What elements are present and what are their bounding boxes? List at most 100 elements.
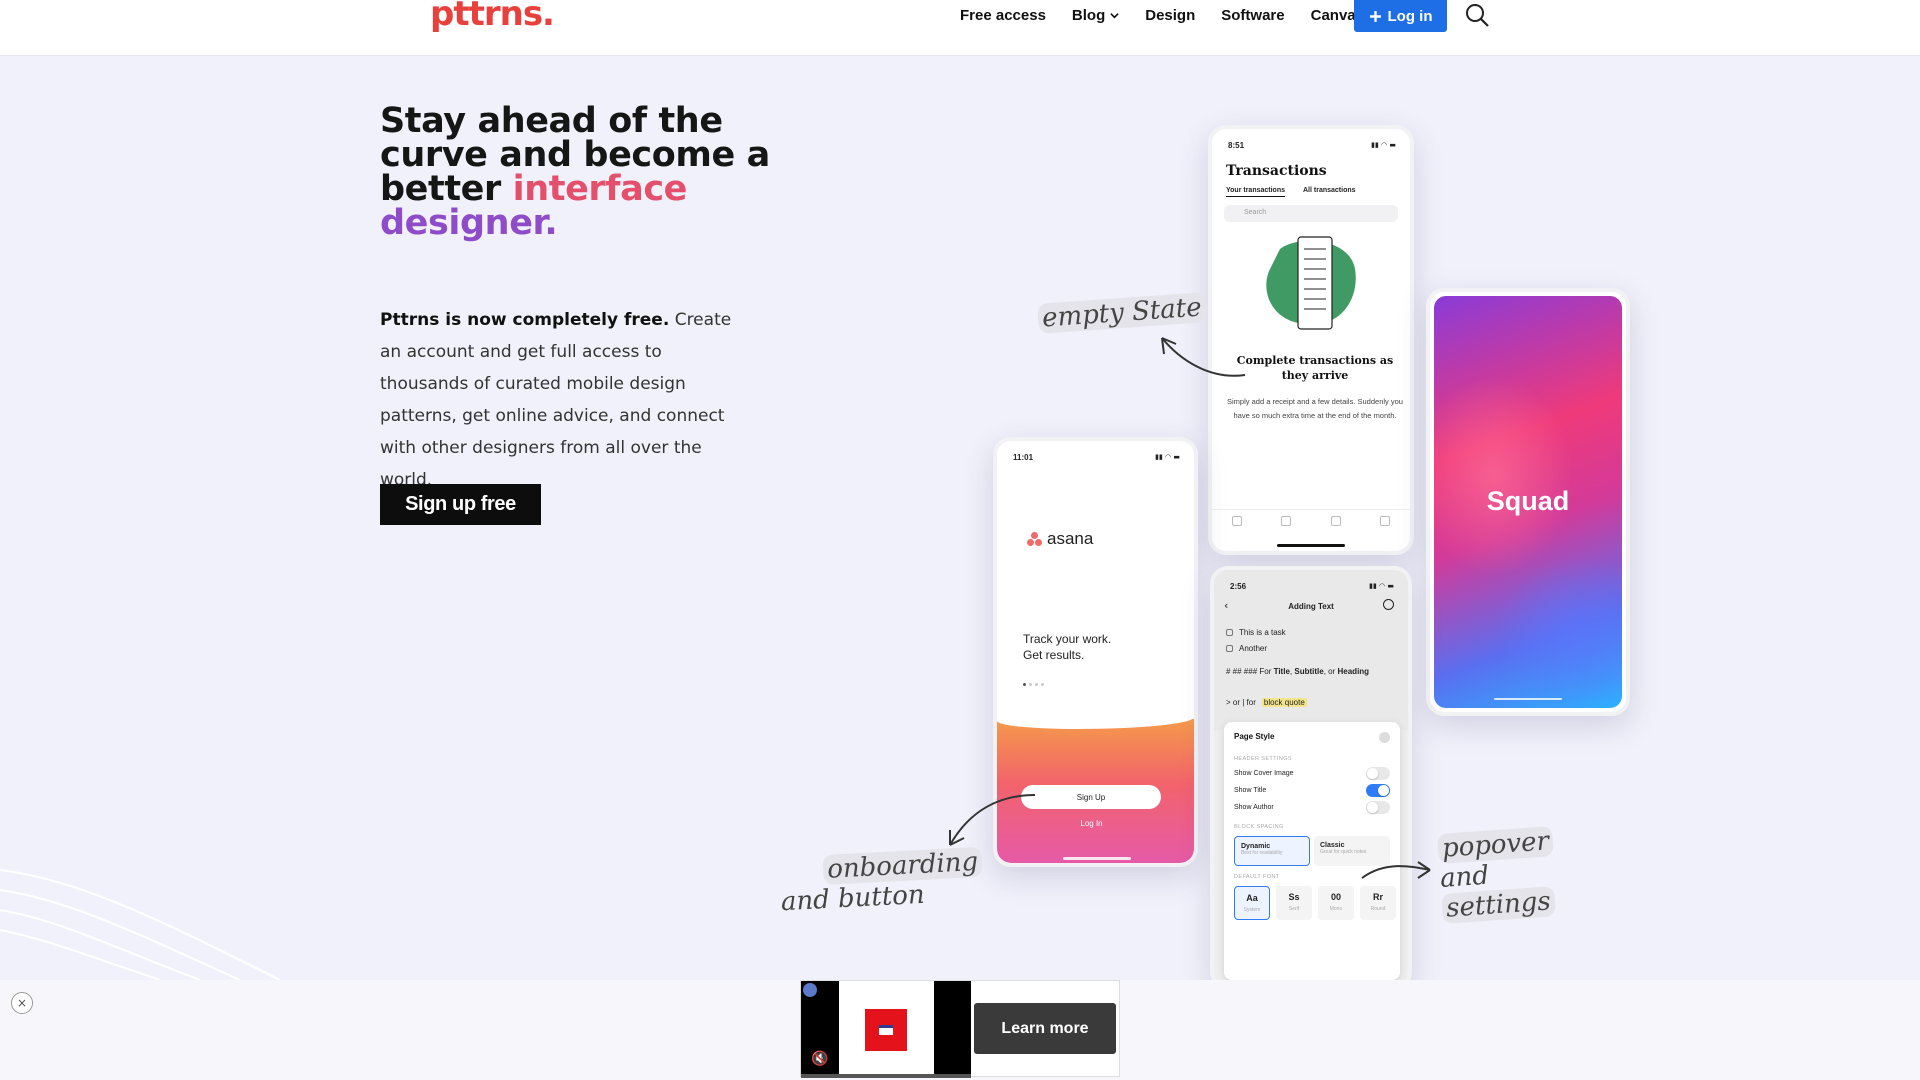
asana-logo: asana: [1027, 529, 1093, 549]
section-label: BLOCK SPACING: [1234, 824, 1284, 830]
tab-more-icon: [1380, 516, 1391, 526]
transactions-description: Simply add a receipt and a few details. …: [1227, 397, 1403, 420]
login-label: Log in: [1387, 7, 1433, 25]
annotation-empty-state: empty State: [1037, 292, 1207, 334]
font-sample: Rr: [1372, 892, 1383, 902]
heading-hint-sep: , or: [1323, 667, 1336, 676]
search-icon[interactable]: [1464, 2, 1490, 28]
setting-label: Show Title: [1234, 787, 1267, 794]
heading-hint-heading: Heading: [1337, 667, 1370, 676]
asana-logo-text: asana: [1047, 529, 1094, 548]
adchoices-icon[interactable]: [803, 983, 817, 997]
hero-title: Stay ahead of the curve and become a bet…: [380, 104, 780, 241]
heading-hint-prefix: # ## ### For: [1226, 667, 1274, 676]
plus-icon: [1369, 10, 1381, 22]
font-sample: Ss: [1288, 892, 1300, 902]
annotation-onboarding: onboarding and button: [779, 846, 985, 917]
close-icon: [1379, 732, 1390, 743]
font-name: System: [1243, 907, 1261, 913]
page-style-card: Page Style HEADER SETTINGS Show Cover Im…: [1224, 722, 1400, 980]
phone-popover: 2:56 ▮▮ ◠ ▬ ‹ Adding Text This is a task…: [1210, 566, 1412, 990]
learn-more-button[interactable]: Learn more: [974, 1003, 1116, 1054]
hero-description: Pttrns is now completely free. Create an…: [380, 304, 745, 496]
home-indicator: [1277, 544, 1345, 547]
more-icon: [1383, 599, 1394, 610]
hero-description-bold: Pttrns is now completely free.: [380, 310, 670, 330]
signal-icon: ▮▮ ◠ ▬: [1155, 453, 1180, 461]
asana-signup-button: Sign Up: [1021, 785, 1161, 809]
toggle-switch: [1366, 801, 1390, 814]
setting-label: Show Cover Image: [1234, 770, 1294, 777]
asana-dots-icon: [1027, 532, 1043, 546]
tab-home-icon: [1231, 516, 1242, 526]
quote-hint-text: > or | for: [1226, 698, 1256, 707]
heading-hint-subtitle: Subtitle: [1294, 667, 1324, 676]
font-sample: 00: [1330, 892, 1341, 902]
setting-row: Show Cover Image: [1234, 767, 1390, 780]
option-label: Dynamic: [1241, 843, 1271, 850]
ad-progress-bar: [801, 1074, 971, 1078]
status-time: 11:01: [1013, 453, 1034, 462]
option-sub: Great for quick notes: [1320, 849, 1367, 855]
signup-button[interactable]: Sign up free: [380, 484, 541, 525]
font-option: Rr Round: [1360, 886, 1396, 920]
asana-tagline-1: Track your work.: [1023, 632, 1112, 646]
quote-hint: > or | for block quote: [1226, 698, 1307, 707]
checkbox-icon: [1226, 645, 1233, 652]
nav-design[interactable]: Design: [1145, 7, 1195, 24]
option-sub: Best for readability: [1241, 850, 1283, 856]
asana-tagline: Track your work. Get results.: [1023, 631, 1111, 663]
ad-brand-icon: [865, 1009, 907, 1051]
quote-hint-highlight: block quote: [1261, 698, 1307, 707]
task-row: This is a task: [1226, 628, 1286, 637]
setting-row: Show Author: [1234, 801, 1390, 814]
ad-banner[interactable]: 🔇 Learn more: [800, 980, 1120, 1078]
tab-transactions-icon: [1281, 516, 1292, 526]
font-name: Round: [1370, 906, 1386, 912]
decorative-waves: [0, 869, 281, 980]
home-indicator: [1494, 698, 1562, 700]
nav-free-access[interactable]: Free access: [960, 7, 1046, 24]
nav-software[interactable]: Software: [1221, 7, 1284, 24]
transactions-tabs: Your transactions All transactions: [1226, 187, 1356, 197]
section-label: DEFAULT FONT: [1234, 874, 1280, 880]
transactions-search: Search: [1224, 205, 1398, 222]
section-label: HEADER SETTINGS: [1234, 756, 1292, 762]
site-logo[interactable]: pttrns.: [430, 0, 555, 34]
task-text: Another: [1239, 644, 1268, 653]
status-time: 2:56: [1230, 582, 1247, 591]
login-button[interactable]: Log in: [1354, 0, 1447, 32]
font-option: Aa System: [1234, 886, 1270, 920]
site-header: pttrns. Free access Blog Design Software…: [0, 0, 1920, 56]
popover-header: Adding Text: [1288, 602, 1334, 611]
font-sample: Aa: [1246, 893, 1258, 903]
heading-hint: # ## ### For Title, Subtitle, or Heading: [1226, 666, 1396, 678]
arrow-icon: [1161, 337, 1246, 377]
setting-row: Show Title: [1234, 784, 1390, 797]
signal-icon: ▮▮ ◠ ▬: [1371, 141, 1396, 149]
tab-all-transactions: All transactions: [1303, 187, 1356, 194]
ad-video[interactable]: 🔇: [801, 981, 971, 1078]
mute-icon[interactable]: 🔇: [811, 1051, 828, 1067]
signal-icon: ▮▮ ◠ ▬: [1369, 582, 1394, 590]
nav-blog[interactable]: Blog: [1072, 7, 1119, 24]
heading-hint-title: Title: [1273, 667, 1290, 676]
font-option: Ss Serif: [1276, 886, 1312, 920]
task-text: This is a task: [1239, 628, 1286, 637]
squad-logo: Squad: [1486, 486, 1570, 516]
close-icon[interactable]: ×: [11, 992, 33, 1014]
hero-description-rest: Create an account and get full access to…: [380, 310, 732, 490]
nav-canva[interactable]: Canva: [1311, 7, 1356, 24]
option-dynamic: Dynamic Best for readability: [1234, 836, 1310, 866]
arrow-icon: [1361, 861, 1431, 879]
font-name: Serif: [1288, 906, 1300, 912]
asana-tagline-2: Get results.: [1023, 648, 1085, 662]
task-row: Another: [1226, 644, 1267, 653]
main-nav: Free access Blog Design Software Canva: [960, 0, 1356, 30]
home-indicator: [1063, 857, 1131, 860]
chevron-down-icon: [1110, 12, 1119, 18]
phone-squad: Squad: [1426, 288, 1630, 716]
toggle-switch: [1366, 767, 1390, 780]
toggle-switch: [1366, 784, 1390, 797]
annotation-popover: popover and settings: [1437, 826, 1558, 924]
